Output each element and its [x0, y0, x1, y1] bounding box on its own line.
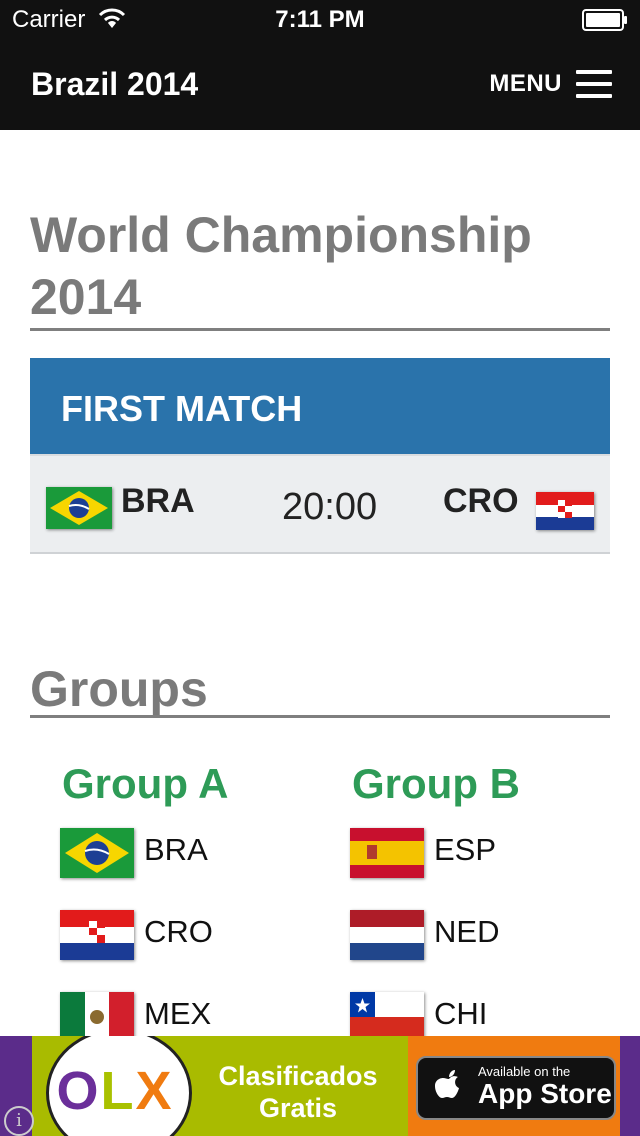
ad-promo-line1: Clasificados: [218, 1061, 378, 1091]
appstore-big-text: App Store: [478, 1078, 612, 1109]
first-match-row[interactable]: BRA 20:00 CRO: [30, 454, 610, 554]
ad-promo-line2: Gratis: [258, 1093, 338, 1123]
brazil-flag-icon: [60, 828, 134, 878]
team-code: BRA: [144, 832, 208, 867]
team-code: CHI: [434, 996, 488, 1031]
hamburger-icon: [576, 70, 612, 98]
brand-title[interactable]: Brazil 2014: [31, 66, 198, 103]
brazil-flag-icon: [46, 487, 112, 529]
kickoff-time: 20:00: [282, 486, 378, 528]
ad-promo-text: Clasificados Gratis: [188, 1060, 408, 1124]
menu-button[interactable]: MENU: [489, 62, 612, 106]
away-team-code: CRO: [443, 482, 519, 520]
status-time: 7:11 PM: [275, 6, 365, 33]
top-navbar: Brazil 2014 MENU: [0, 40, 640, 130]
team-code: MEX: [144, 996, 212, 1031]
mexico-flag-icon: [60, 992, 134, 1042]
appstore-small-text: Available on the: [478, 1064, 571, 1079]
chile-flag-icon: [350, 992, 424, 1042]
group-b-column: Group B: [350, 760, 520, 808]
team-code: CRO: [144, 914, 213, 949]
netherlands-flag-icon: [350, 910, 424, 960]
battery-icon: [582, 9, 627, 31]
team-code: NED: [434, 914, 500, 949]
olx-logo: OLX: [56, 1061, 174, 1121]
croatia-flag-icon: [60, 910, 134, 960]
home-team-code: BRA: [121, 482, 195, 520]
status-bar: Carrier 7:11 PM: [0, 0, 640, 40]
first-match-label: FIRST MATCH: [61, 388, 303, 429]
spain-flag-icon: [350, 828, 424, 878]
ad-banner[interactable]: OLX Clasificados Gratis Available on the…: [0, 1036, 640, 1136]
group-a-column: Group A: [60, 760, 228, 808]
team-code: ESP: [434, 832, 497, 867]
app-store-button[interactable]: Available on the App Store: [416, 1056, 616, 1120]
title-divider: [30, 328, 610, 331]
ad-right-stripe: [620, 1036, 640, 1136]
group-b-title[interactable]: Group B: [352, 760, 520, 808]
groups-divider: [30, 715, 610, 718]
menu-label: MENU: [489, 70, 562, 97]
page-title: World Championship 2014: [30, 207, 532, 325]
groups-title: Groups: [30, 661, 208, 717]
apple-icon: [435, 1070, 459, 1098]
info-icon[interactable]: i: [4, 1106, 34, 1136]
croatia-flag-icon: [536, 492, 594, 530]
group-a-title[interactable]: Group A: [62, 760, 228, 808]
first-match-header: FIRST MATCH: [30, 358, 610, 454]
